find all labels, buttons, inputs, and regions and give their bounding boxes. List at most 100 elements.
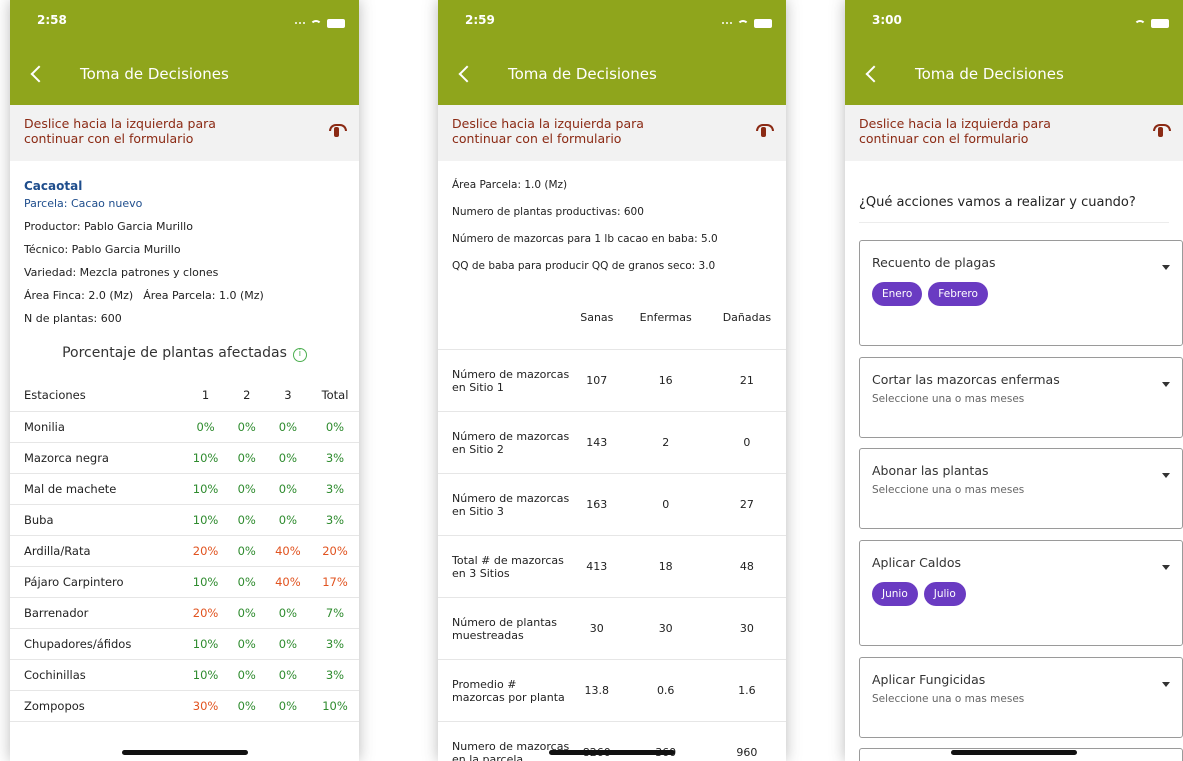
action-placeholder: Seleccione una o mas meses <box>872 484 1025 496</box>
swipe-hint: Deslice hacia la izquierda para continua… <box>438 105 786 161</box>
action-label: Aplicar Fungicidas <box>872 672 986 687</box>
action-label: Abonar las plantas <box>872 463 989 478</box>
pod-count-table: Sanas Enfermas Dañadas Número de mazorca… <box>438 287 786 761</box>
action-select-cortar-mazorcas[interactable]: Cortar las mazorcas enfermas Seleccione … <box>859 357 1183 438</box>
table-row: Cochinillas 10% 0% 0% 3% <box>10 659 359 691</box>
swipe-hint-text: Deslice hacia la izquierda para continua… <box>452 116 644 146</box>
battery-icon <box>327 18 345 28</box>
action-label: Cortar las mazorcas enfermas <box>872 372 1060 387</box>
column-header: Total <box>310 380 359 412</box>
actions-question: ¿Qué acciones vamos a realizar y cuando? <box>859 195 1169 223</box>
status-time: 3:00 <box>872 13 902 27</box>
back-arrow-icon[interactable] <box>24 62 48 86</box>
table-row: Número de mazorcas en Sitio 3 163 0 27 <box>438 473 786 536</box>
swipe-hand-icon <box>329 124 347 140</box>
wifi-icon <box>737 20 749 32</box>
table-row: Promedio # mazorcas por planta 13.8 0.6 1.6 <box>438 659 786 722</box>
status-bar: 2:59 <box>438 0 786 44</box>
table-row: Mal de machete 10% 0% 0% 3% <box>10 473 359 505</box>
status-time: 2:58 <box>37 13 67 27</box>
action-select-aplicar-fungicidas[interactable]: Aplicar Fungicidas Seleccione una o mas … <box>859 657 1183 738</box>
battery-icon <box>1151 18 1169 28</box>
page-title: Toma de Decisiones <box>508 65 657 83</box>
table-row: Total # de mazorcas en 3 Sitios 413 18 48 <box>438 535 786 598</box>
table-row: Número de mazorcas en Sitio 2 143 2 0 <box>438 411 786 474</box>
home-indicator[interactable] <box>549 750 675 755</box>
variety: Variedad: Mezcla patrones y clones <box>24 266 219 279</box>
column-header: 3 <box>264 380 311 412</box>
month-chip[interactable]: Febrero <box>928 282 988 306</box>
wifi-icon <box>1134 20 1146 32</box>
table-row: Chupadores/áfidos 10% 0% 0% 3% <box>10 628 359 660</box>
chevron-down-icon[interactable] <box>1162 382 1170 387</box>
table-row: Pájaro Carpintero 10% 0% 40% 17% <box>10 566 359 598</box>
swipe-hint: Deslice hacia la izquierda para continua… <box>10 105 359 161</box>
action-select-abonar-plantas[interactable]: Abonar las plantas Seleccione una o mas … <box>859 448 1183 529</box>
swipe-hint-text: Deslice hacia la izquierda para continua… <box>24 116 216 146</box>
phone-screen-2: 2:59 Toma de Decisiones Deslice hacia la… <box>438 0 786 761</box>
status-bar: 3:00 <box>845 0 1183 44</box>
action-select-aplicar-caldos[interactable]: Aplicar Caldos Junio Julio <box>859 540 1183 646</box>
chevron-down-icon[interactable] <box>1162 565 1170 570</box>
farm-name: Cacaotal <box>24 179 83 193</box>
table-row: Buba 10% 0% 0% 3% <box>10 504 359 536</box>
action-select-recuento-plagas[interactable]: Recuento de plagas Enero Febrero <box>859 240 1183 346</box>
column-header <box>438 287 570 350</box>
column-header: 2 <box>228 380 265 412</box>
column-header: 1 <box>182 380 229 412</box>
month-chip[interactable]: Julio <box>923 582 966 606</box>
home-indicator[interactable] <box>121 750 248 755</box>
productive-plants: Numero de plantas productivas: 600 <box>452 206 644 218</box>
status-bar: 2:58 <box>10 0 359 44</box>
table-row: Mazorca negra 10% 0% 0% 3% <box>10 442 359 474</box>
nav-bar: Toma de Decisiones <box>10 44 359 105</box>
chevron-down-icon[interactable] <box>1162 682 1170 687</box>
home-indicator[interactable] <box>951 750 1077 755</box>
farm-area: Área Finca: 2.0 (Mz) <box>24 289 134 302</box>
table-row: Monilia 0% 0% 0% 0% <box>10 411 359 443</box>
swipe-hint: Deslice hacia la izquierda para continua… <box>845 105 1183 161</box>
column-header: Dañadas <box>707 287 786 350</box>
table-row: Número de plantas muestreadas 30 30 30 <box>438 597 786 660</box>
table-row: Número de mazorcas en Sitio 1 107 16 21 <box>438 349 786 412</box>
action-label: Recuento de plagas <box>872 255 996 270</box>
yield-info: Área Parcela: 1.0 (Mz) Numero de plantas… <box>438 161 786 272</box>
action-label: Aplicar Caldos <box>872 555 962 570</box>
baba-ratio: QQ de baba para producir QQ de granos se… <box>452 260 716 272</box>
plant-count: N de plantas: 600 <box>24 312 122 325</box>
table-row: Zompopos 30% 0% 0% 10% <box>10 690 359 722</box>
month-chip[interactable]: Enero <box>872 282 923 306</box>
table-row: Numero de mazorcas en la parcela82603609… <box>438 721 786 761</box>
table-row: Barrenador 20% 0% 0% 7% <box>10 597 359 629</box>
column-header: Enfermas <box>623 287 708 350</box>
section-title: Porcentaje de plantas afectadas <box>62 345 287 361</box>
swipe-hand-icon <box>1153 124 1171 140</box>
back-arrow-icon[interactable] <box>452 62 476 86</box>
swipe-hint-text: Deslice hacia la izquierda para continua… <box>859 116 1051 146</box>
producer-name: Productor: Pablo Garcia Murillo <box>24 220 193 233</box>
nav-bar: Toma de Decisiones <box>845 44 1183 105</box>
page-title: Toma de Decisiones <box>80 65 229 83</box>
info-icon[interactable]: i <box>292 348 307 362</box>
swipe-hand-icon <box>756 124 774 140</box>
column-header: Sanas <box>570 287 624 350</box>
nav-bar: Toma de Decisiones <box>438 44 786 105</box>
page-title: Toma de Decisiones <box>915 65 1064 83</box>
phone-screen-1: 2:58 Toma de Decisiones Deslice hacia la… <box>10 0 359 761</box>
chevron-down-icon[interactable] <box>1162 473 1170 478</box>
wifi-icon <box>310 20 322 32</box>
action-placeholder: Seleccione una o mas meses <box>872 393 1025 405</box>
back-arrow-icon[interactable] <box>859 62 883 86</box>
status-time: 2:59 <box>465 13 495 27</box>
month-chip[interactable]: Junio <box>872 582 918 606</box>
battery-icon <box>754 18 772 28</box>
parcel-area: Área Parcela: 1.0 (Mz) <box>452 179 568 191</box>
parcel-name: Parcela: Cacao nuevo <box>24 197 143 210</box>
signal-icon <box>722 22 732 24</box>
parcel-info: Cacaotal Parcela: Cacao nuevo Productor:… <box>10 161 359 325</box>
phone-screen-3: 3:00 Toma de Decisiones Deslice hacia la… <box>845 0 1183 761</box>
pods-per-pound: Número de mazorcas para 1 lb cacao en ba… <box>452 233 718 245</box>
signal-icon <box>295 22 305 24</box>
chevron-down-icon[interactable] <box>1162 265 1170 270</box>
technician-name: Técnico: Pablo Garcia Murillo <box>24 243 181 256</box>
